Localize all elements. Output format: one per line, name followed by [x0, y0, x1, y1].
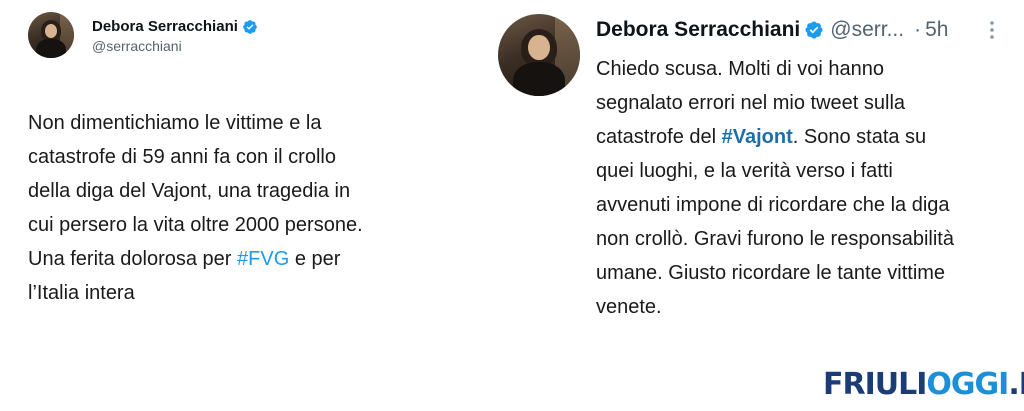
logo-part: .IT [1008, 367, 1024, 402]
logo-part: FRIULI [823, 367, 927, 402]
author-handle[interactable]: @serracchiani [92, 38, 182, 54]
tweet-text-part: Non dimentichiamo le vittime e la catast… [28, 112, 363, 270]
verified-badge-icon [805, 21, 823, 39]
author-name-text[interactable]: Debora Serracchiani [596, 18, 800, 42]
tweet-text: Non dimentichiamo le vittime e la catast… [28, 106, 448, 310]
separator-dot: · [914, 18, 922, 41]
timestamp[interactable]: 5h [925, 18, 948, 42]
author-name[interactable]: Debora Serracchiani [596, 18, 824, 42]
verified-badge-icon [243, 19, 257, 34]
author-name[interactable]: Debora Serracchiani [92, 18, 258, 35]
avatar[interactable] [498, 14, 580, 96]
author-name-text[interactable]: Debora Serracchiani [92, 18, 238, 35]
tweet-text: Chiedo scusa. Molti di voi hanno segnala… [596, 52, 1006, 324]
more-vertical-icon[interactable] [988, 20, 996, 40]
author-handle[interactable]: @serr... [830, 18, 904, 42]
avatar[interactable] [28, 12, 74, 58]
tweet-text-part: . Sono stata su quei luoghi, e la verità… [596, 126, 954, 318]
tweet-header: Debora Serracchiani @serr... · 5h [596, 18, 948, 42]
friulioggi-logo: FRIULIOGGI.IT [823, 367, 1024, 402]
hashtag-link[interactable]: #Vajont [722, 126, 793, 148]
hashtag-link[interactable]: #FVG [237, 248, 289, 270]
logo-part: OGGI [926, 367, 1009, 402]
